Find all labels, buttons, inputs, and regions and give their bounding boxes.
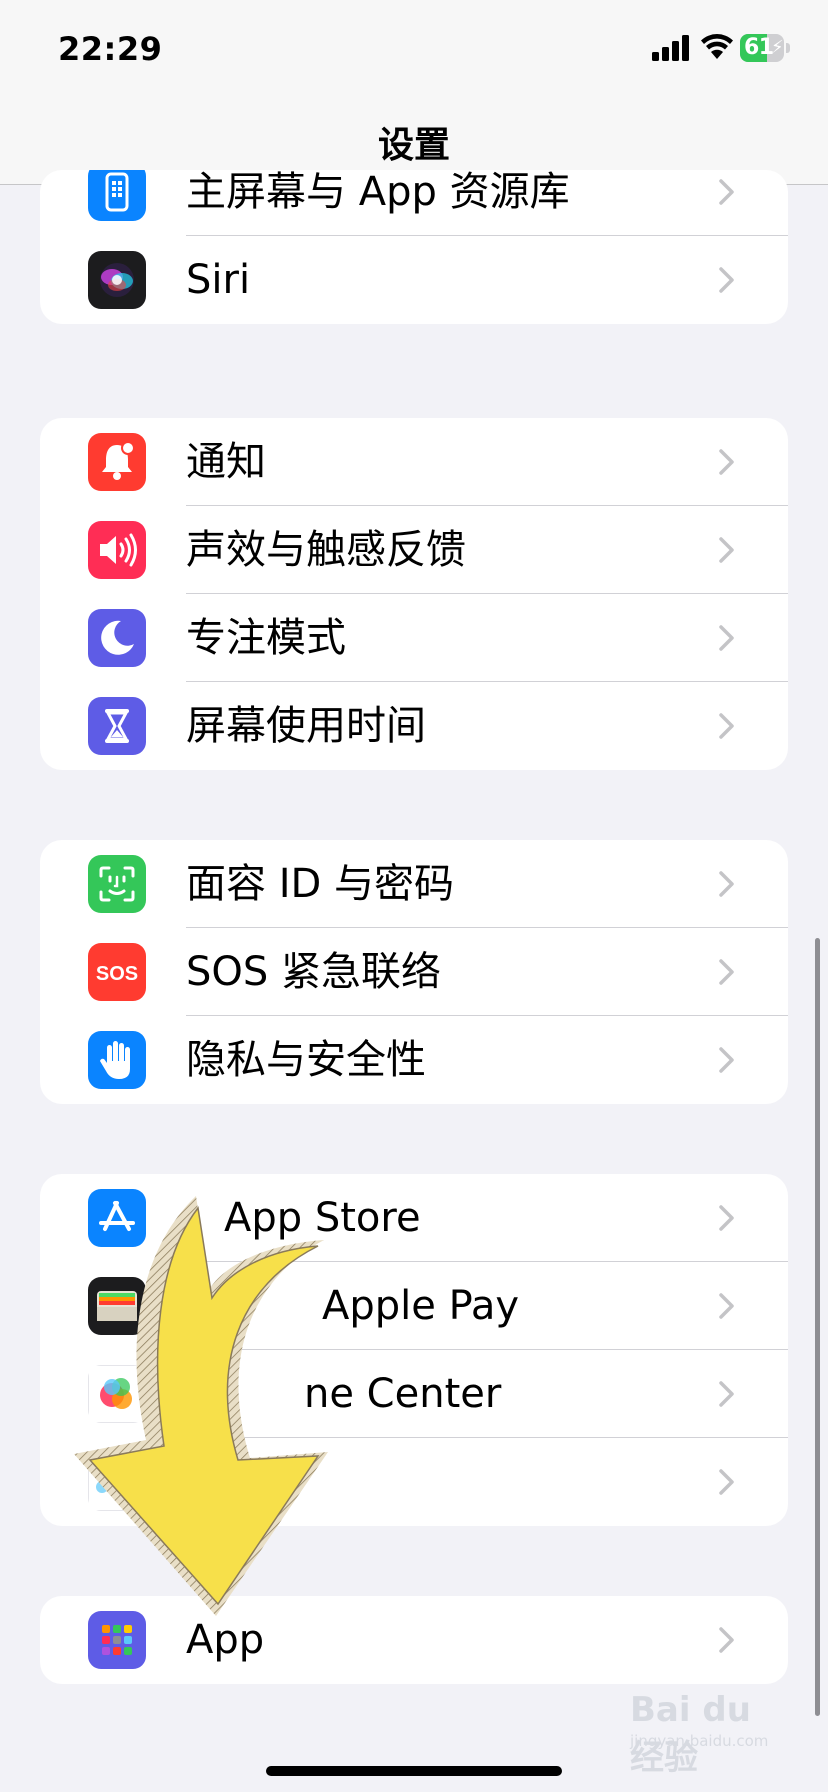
status-bar: 22:29 61 ⚡ <box>0 0 828 100</box>
settings-row-label: SOS 紧急联络 <box>186 949 441 995</box>
settings-row-label: 声效与触感反馈 <box>186 527 466 573</box>
hourglass-icon <box>88 697 146 755</box>
chevron-right-icon <box>719 1627 734 1653</box>
watermark: Bai du 经验 jingyan.baidu.com <box>630 1690 790 1778</box>
page-title: 设置 <box>377 125 450 166</box>
svg-text:SOS: SOS <box>96 963 138 985</box>
settings-row-face-id[interactable]: 面容 ID 与密码 <box>40 840 788 928</box>
battery-icon: 61 ⚡ <box>740 34 790 62</box>
chevron-right-icon <box>719 179 734 205</box>
settings-row-focus[interactable]: 专注模式 <box>40 594 788 682</box>
face-id-icon <box>88 855 146 913</box>
moon-icon <box>88 609 146 667</box>
settings-row-siri[interactable]: Siri <box>40 236 788 324</box>
home-screen-icon <box>88 170 146 221</box>
home-indicator[interactable] <box>266 1766 562 1776</box>
settings-row-screen-time[interactable]: 屏幕使用时间 <box>40 682 788 770</box>
settings-row-notifications[interactable]: 通知 <box>40 418 788 506</box>
status-time: 22:29 <box>58 30 163 68</box>
hand-icon <box>88 1031 146 1089</box>
battery-percentage: 61 <box>744 35 774 60</box>
chevron-right-icon <box>719 959 734 985</box>
charging-bolt-icon: ⚡ <box>771 37 784 58</box>
wifi-icon <box>701 34 733 59</box>
settings-row-sounds-haptics[interactable]: 声效与触感反馈 <box>40 506 788 594</box>
settings-row-label: 屏幕使用时间 <box>186 703 426 749</box>
settings-row-label: Siri <box>186 257 251 303</box>
chevron-right-icon <box>719 1293 734 1319</box>
chevron-right-icon <box>719 1381 734 1407</box>
chevron-right-icon <box>719 267 734 293</box>
cellular-signal-icon <box>652 35 689 61</box>
chevron-right-icon <box>719 1205 734 1231</box>
settings-row-home-screen[interactable]: 主屏幕与 App 资源库 <box>40 170 788 236</box>
chevron-right-icon <box>719 537 734 563</box>
settings-row-privacy-security[interactable]: 隐私与安全性 <box>40 1016 788 1104</box>
settings-group-3: 面容 ID 与密码 SOS SOS 紧急联络 隐私与安全性 <box>40 840 788 1104</box>
settings-row-label: 面容 ID 与密码 <box>186 861 455 907</box>
settings-row-label: 专注模式 <box>186 615 346 661</box>
scrollbar[interactable] <box>815 938 820 1716</box>
chevron-right-icon <box>719 625 734 651</box>
pointer-arrow-overlay <box>74 1196 328 1616</box>
settings-group-1: 主屏幕与 App 资源库 Siri <box>40 170 788 324</box>
speaker-icon <box>88 521 146 579</box>
bell-icon <box>88 433 146 491</box>
watermark-site: jingyan.baidu.com <box>630 1732 769 1750</box>
settings-row-emergency-sos[interactable]: SOS SOS 紧急联络 <box>40 928 788 1016</box>
sos-icon: SOS <box>88 943 146 1001</box>
siri-icon <box>88 251 146 309</box>
settings-group-2: 通知 声效与触感反馈 专注模式 屏幕使用时间 <box>40 418 788 770</box>
settings-row-label: 隐私与安全性 <box>186 1037 426 1083</box>
chevron-right-icon <box>719 449 734 475</box>
settings-row-label: 通知 <box>186 439 266 485</box>
chevron-right-icon <box>719 1469 734 1495</box>
chevron-right-icon <box>719 871 734 897</box>
chevron-right-icon <box>719 713 734 739</box>
chevron-right-icon <box>719 1047 734 1073</box>
settings-row-label: 主屏幕与 App 资源库 <box>186 170 570 215</box>
